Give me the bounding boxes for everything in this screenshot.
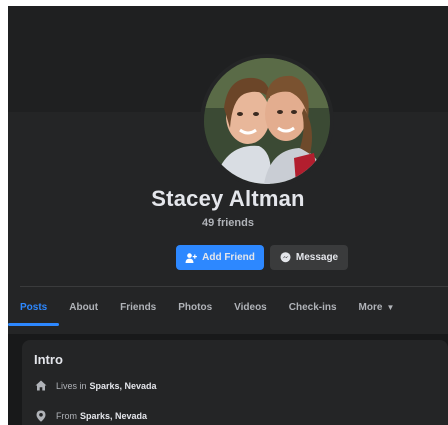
tab-photos[interactable]: Photos — [178, 293, 212, 323]
from-place[interactable]: Sparks, Nevada — [80, 411, 147, 421]
tab-check-ins[interactable]: Check-ins — [289, 293, 337, 323]
intro-card: Intro Lives in Sparks, Nevada From Spark… — [22, 340, 448, 425]
person-plus-icon — [185, 252, 198, 263]
tab-more[interactable]: More ▼ — [359, 293, 395, 323]
messenger-icon — [280, 252, 291, 263]
add-friend-label: Add Friend — [202, 252, 255, 263]
tab-videos[interactable]: Videos — [234, 293, 267, 323]
tab-about[interactable]: About — [69, 293, 98, 323]
message-button[interactable]: Message — [270, 245, 348, 270]
friends-count[interactable]: 49 friends — [8, 217, 448, 229]
tab-posts[interactable]: Posts — [8, 293, 60, 326]
caret-down-icon: ▼ — [386, 303, 395, 312]
tab-friends[interactable]: Friends — [120, 293, 156, 323]
profile-name: Stacey Altman — [151, 186, 305, 211]
profile-page: Stacey Altman 49 friends Add Friend Mess… — [8, 6, 448, 425]
intro-from: From Sparks, Nevada — [34, 410, 147, 422]
lives-in-place[interactable]: Sparks, Nevada — [90, 381, 157, 391]
profile-picture[interactable] — [200, 54, 334, 188]
location-pin-icon — [34, 410, 48, 422]
home-icon — [34, 380, 48, 391]
intro-lives-in: Lives in Sparks, Nevada — [34, 380, 157, 391]
add-friend-button[interactable]: Add Friend — [176, 245, 264, 270]
intro-title: Intro — [34, 352, 63, 367]
header-divider — [20, 286, 448, 287]
message-label: Message — [295, 252, 339, 263]
profile-tabs: Posts About Friends Photos Videos Check-… — [8, 293, 416, 326]
